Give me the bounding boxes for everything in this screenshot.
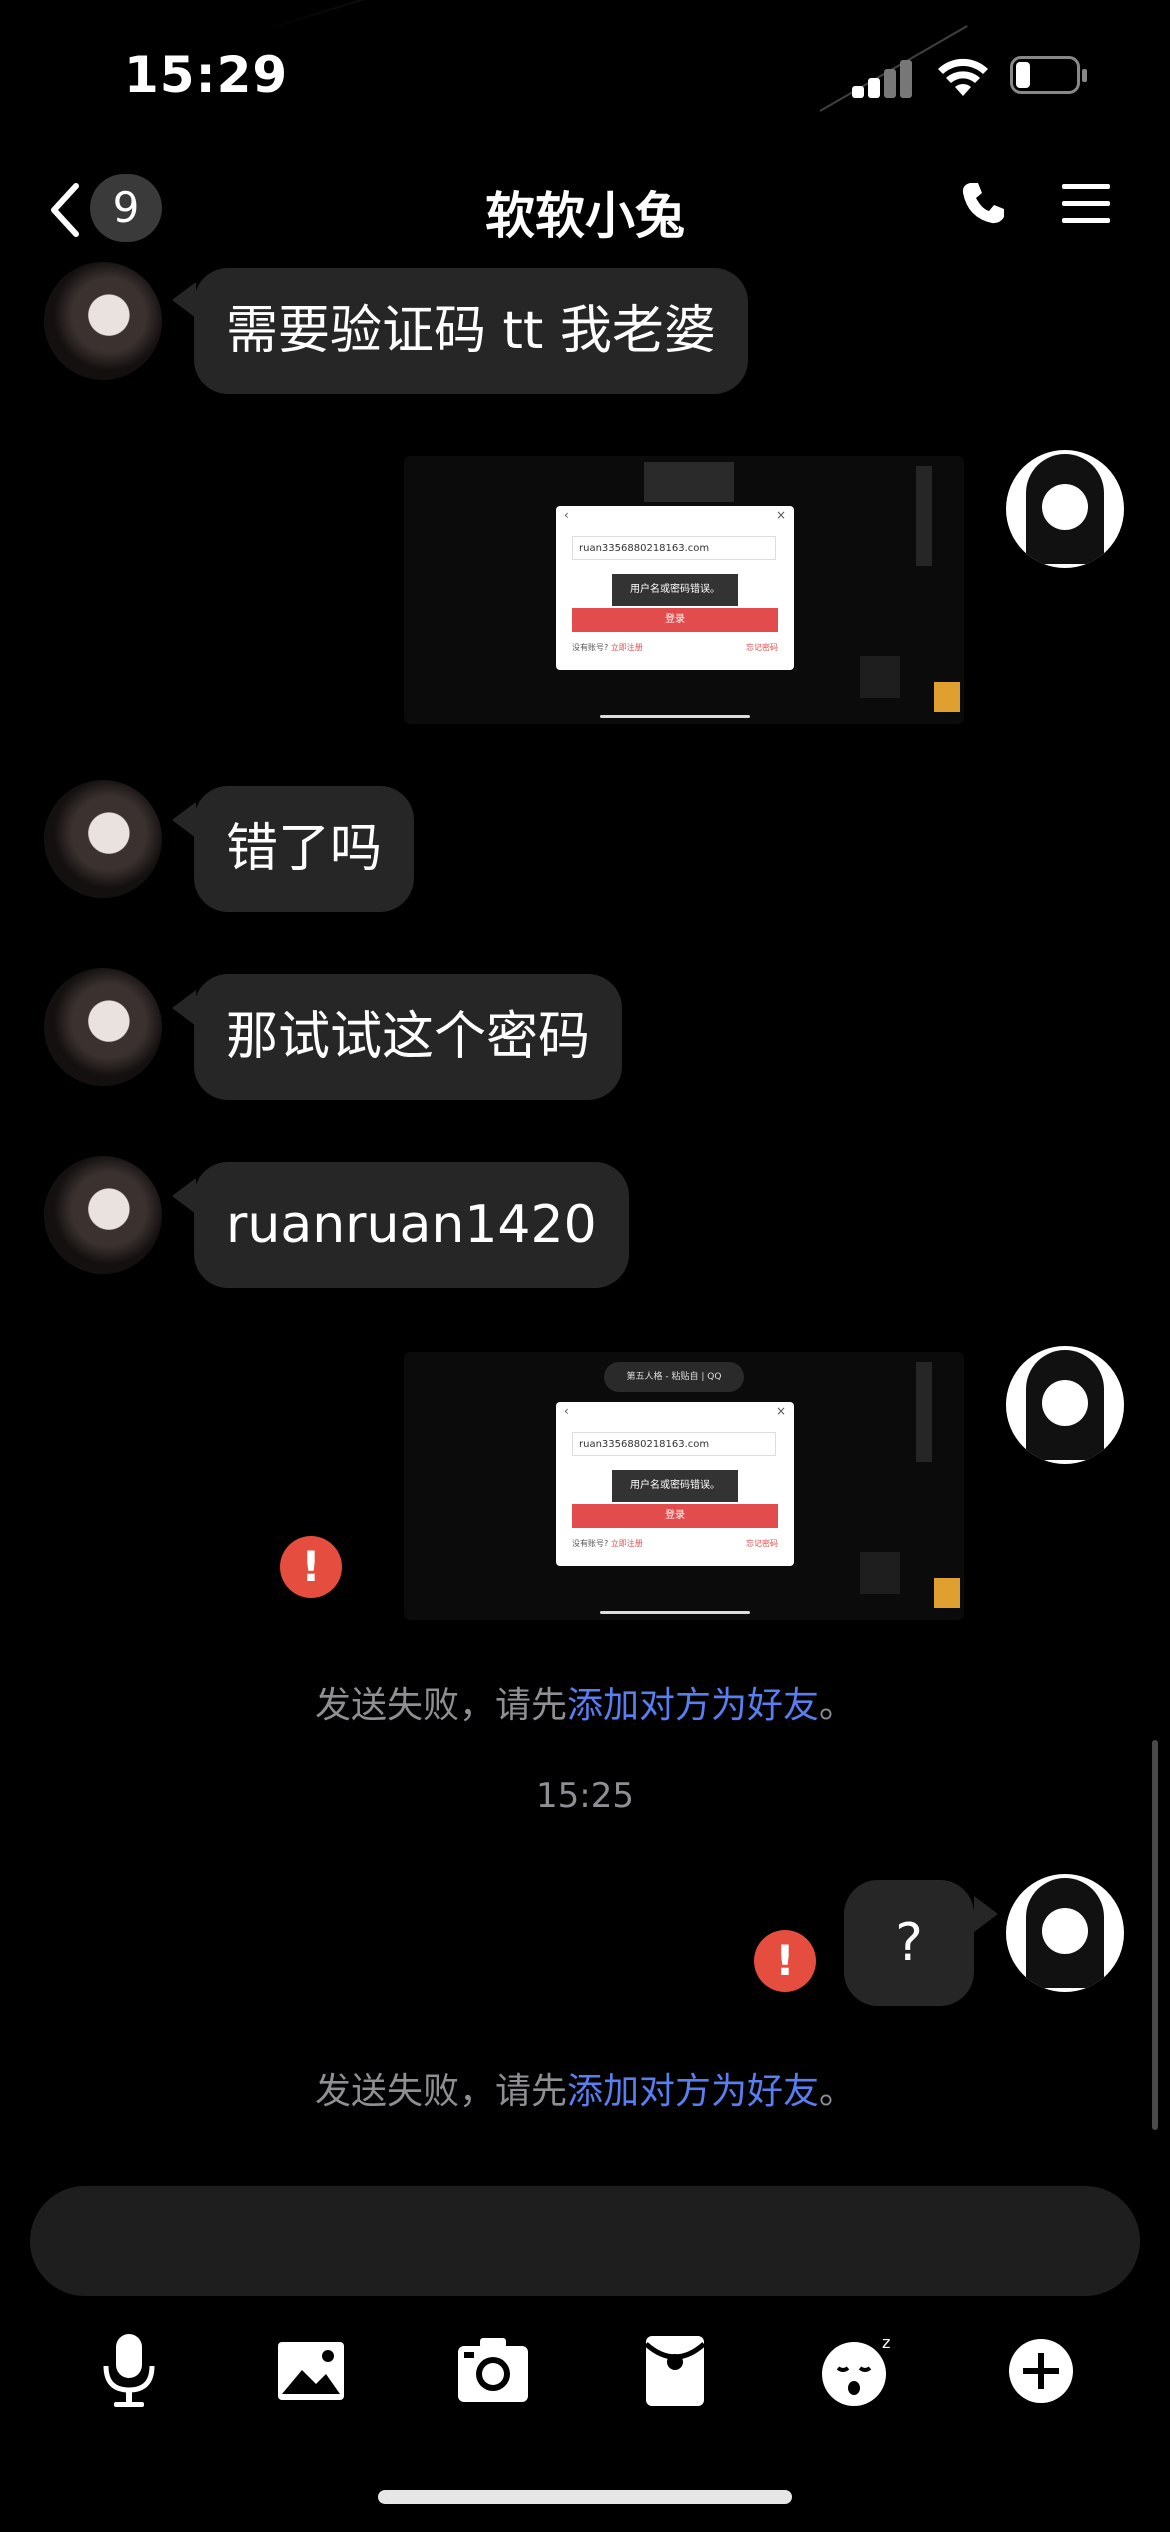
register-link: 立即注册	[610, 643, 643, 652]
image-scroll-bar	[600, 715, 750, 718]
send-failed-suffix: 。	[819, 2071, 856, 2112]
dialog-close-icon: ×	[775, 1404, 786, 1418]
camera-button[interactable]	[448, 2326, 538, 2416]
error-toast: 用户名或密码错误。	[612, 574, 738, 606]
send-failed-notice: 发送失败，请先添加对方为好友。	[0, 2062, 1170, 2114]
email-field: ruan3356880218163.com	[572, 1432, 776, 1456]
bubble-tail	[172, 282, 196, 318]
image-scroll-bar	[600, 1611, 750, 1614]
dialog-close-icon: ×	[775, 508, 786, 522]
scrollbar[interactable]	[1152, 1740, 1158, 2130]
message-bubble[interactable]: ?	[844, 1880, 974, 2006]
send-failed-text: 发送失败，请先	[314, 2071, 567, 2112]
bubble-tail	[974, 1896, 998, 1932]
forgot-link: 忘记密码	[746, 643, 778, 652]
forgot-link: 忘记密码	[746, 1539, 778, 1548]
login-dialog: ‹ × ruan3356880218163.com 用户名或密码错误。 登录 没…	[556, 506, 794, 670]
sticker-icon: z	[822, 2333, 890, 2406]
image-icon	[278, 2342, 344, 2400]
wifi-icon	[938, 58, 988, 96]
login-dialog: ‹ × ruan3356880218163.com 用户名或密码错误。 登录 没…	[556, 1402, 794, 1566]
send-failed-notice: 发送失败，请先添加对方为好友。	[0, 1676, 1170, 1728]
email-field: ruan3356880218163.com	[572, 536, 776, 560]
send-failed-suffix: 。	[819, 1685, 856, 1726]
background-streak	[259, 0, 739, 32]
send-failed-icon[interactable]: !	[280, 1536, 342, 1598]
red-packet-button[interactable]	[630, 2326, 720, 2416]
register-link: 立即注册	[610, 1539, 643, 1548]
time-divider: 15:25	[536, 1776, 634, 1816]
phone-icon[interactable]	[960, 180, 1006, 226]
plus-button[interactable]	[996, 2326, 1086, 2416]
avatar[interactable]	[44, 1156, 162, 1274]
bubble-tail	[172, 1178, 196, 1214]
red-packet-icon	[644, 2336, 706, 2406]
avatar[interactable]	[44, 262, 162, 380]
status-time: 15:29	[124, 46, 289, 104]
svg-text:z: z	[882, 2333, 890, 2352]
microphone-button[interactable]	[84, 2326, 174, 2416]
avatar[interactable]	[1006, 1346, 1124, 1464]
avatar[interactable]	[44, 968, 162, 1086]
image-message[interactable]: 第五人格 - 粘贴自 | QQ ‹ × ruan3356880218163.co…	[404, 1352, 964, 1620]
message-input[interactable]	[30, 2186, 1140, 2296]
image-message[interactable]: ‹ × ruan3356880218163.com 用户名或密码错误。 登录 没…	[404, 456, 964, 724]
dialog-back-icon: ‹	[564, 1404, 569, 1418]
dialog-back-icon: ‹	[564, 508, 569, 522]
no-account-label: 没有账号?	[572, 643, 609, 652]
message-bubble[interactable]: ruanruan1420	[194, 1162, 629, 1288]
avatar[interactable]	[1006, 450, 1124, 568]
cellular-signal-icon	[852, 58, 912, 98]
message-bubble[interactable]: 那试试这个密码	[194, 974, 623, 1100]
plus-icon	[1009, 2339, 1073, 2403]
message-bubble[interactable]: 需要验证码 tt 我老婆	[194, 268, 748, 394]
login-button: 登录	[572, 1504, 778, 1528]
add-friend-link[interactable]: 添加对方为好友	[567, 1685, 819, 1726]
paste-pill: 第五人格 - 粘贴自 | QQ	[604, 1362, 744, 1392]
send-failed-text: 发送失败，请先	[314, 1685, 567, 1726]
error-toast: 用户名或密码错误。	[612, 1470, 738, 1502]
message-bubble[interactable]: 错了吗	[194, 786, 415, 912]
microphone-icon	[103, 2334, 155, 2407]
avatar[interactable]	[44, 780, 162, 898]
battery-icon	[1010, 56, 1087, 96]
no-account-label: 没有账号?	[572, 1539, 609, 1548]
avatar[interactable]	[1006, 1874, 1124, 1992]
send-failed-icon[interactable]: !	[754, 1930, 816, 1992]
camera-icon	[458, 2338, 528, 2402]
login-button: 登录	[572, 608, 778, 632]
bubble-tail	[172, 802, 196, 838]
menu-icon[interactable]	[1062, 182, 1110, 226]
bubble-tail	[172, 990, 196, 1026]
image-button[interactable]	[266, 2326, 356, 2416]
add-friend-link[interactable]: 添加对方为好友	[567, 2071, 819, 2112]
sticker-button[interactable]: z	[812, 2326, 902, 2416]
home-indicator	[378, 2490, 792, 2504]
